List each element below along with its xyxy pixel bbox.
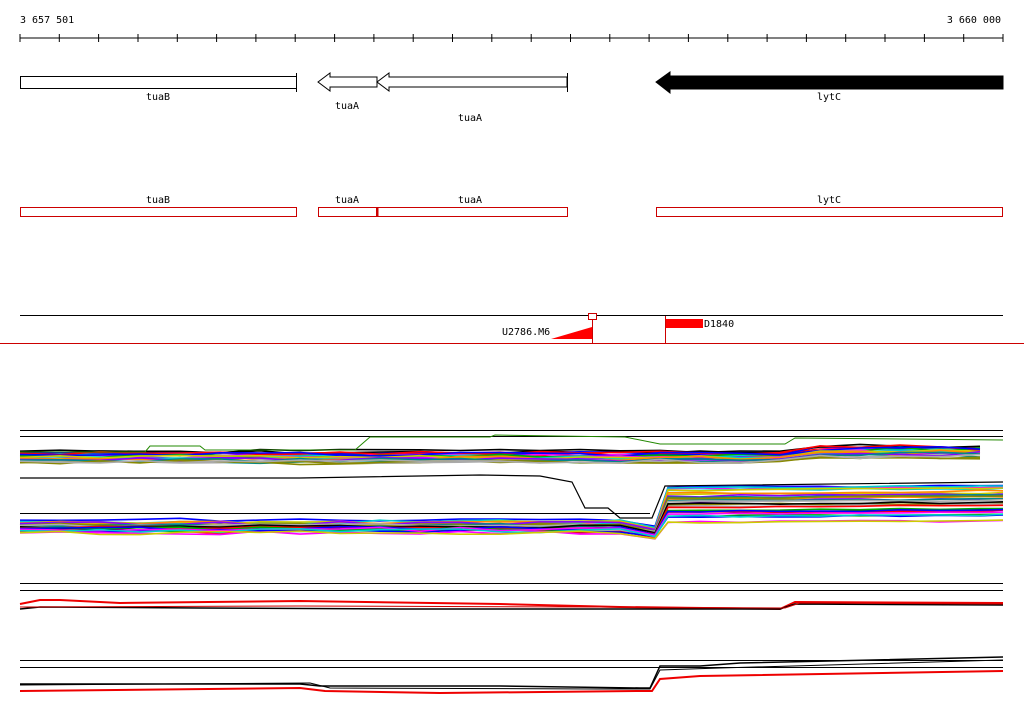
cds-label-tuaa-short: tuaA: [335, 195, 359, 206]
ruler-start-label: 3 657 501: [20, 15, 74, 26]
expression-lines-lower: [19, 484, 1004, 540]
gene-feature-tuaa-long[interactable]: tuaA: [376, 72, 568, 124]
expression-track-2: [19, 583, 1004, 611]
gene-feature-tuaa-short[interactable]: tuaA: [317, 72, 378, 112]
gene-label-lytc: lytC: [817, 92, 841, 103]
expression-line-track3-red: [19, 670, 1004, 695]
gene-feature-lytc[interactable]: lytC: [655, 71, 1004, 103]
cds-feature-tuaa-short[interactable]: tuaA: [318, 195, 377, 217]
expression-lines-upper: [19, 443, 981, 466]
cds-label-tuaa-long: tuaA: [458, 195, 482, 206]
cds-label-lytc: lytC: [817, 195, 841, 206]
expression-track-3: [19, 656, 1004, 695]
coordinate-ruler: 3 657 501 3 660 000: [19, 15, 1004, 42]
probe-small-square[interactable]: [588, 313, 597, 320]
probe-bar-d1840[interactable]: [666, 319, 703, 328]
probe-label-d1840: D1840: [704, 319, 734, 330]
gene-annotation-track: tuaB tuaA tuaA lytC: [20, 71, 1004, 124]
genome-browser-view: 3 657 501 3 660 000 tuaB tuaA tuaA lytC: [0, 15, 1024, 695]
cds-feature-tuaa-long[interactable]: tuaA: [376, 195, 568, 217]
gene-label-tuab: tuaB: [146, 92, 170, 103]
expression-track-1: [19, 430, 1004, 540]
cds-track: tuaB tuaA tuaA lytC: [20, 195, 1003, 217]
cds-label-tuab: tuaB: [146, 195, 170, 206]
ruler-end-label: 3 660 000: [947, 15, 1001, 26]
gene-label-tuaa-short: tuaA: [335, 101, 359, 112]
probe-ramp-u2786[interactable]: [551, 327, 592, 339]
gene-label-tuaa-long: tuaA: [458, 113, 482, 124]
cds-feature-lytc[interactable]: lytC: [656, 195, 1003, 217]
probe-label-u2786: U2786.M6: [502, 327, 550, 338]
probe-track: U2786.M6 D1840: [0, 313, 1024, 344]
gene-feature-tuab[interactable]: tuaB: [20, 73, 297, 103]
cds-feature-tuab[interactable]: tuaB: [20, 195, 297, 217]
